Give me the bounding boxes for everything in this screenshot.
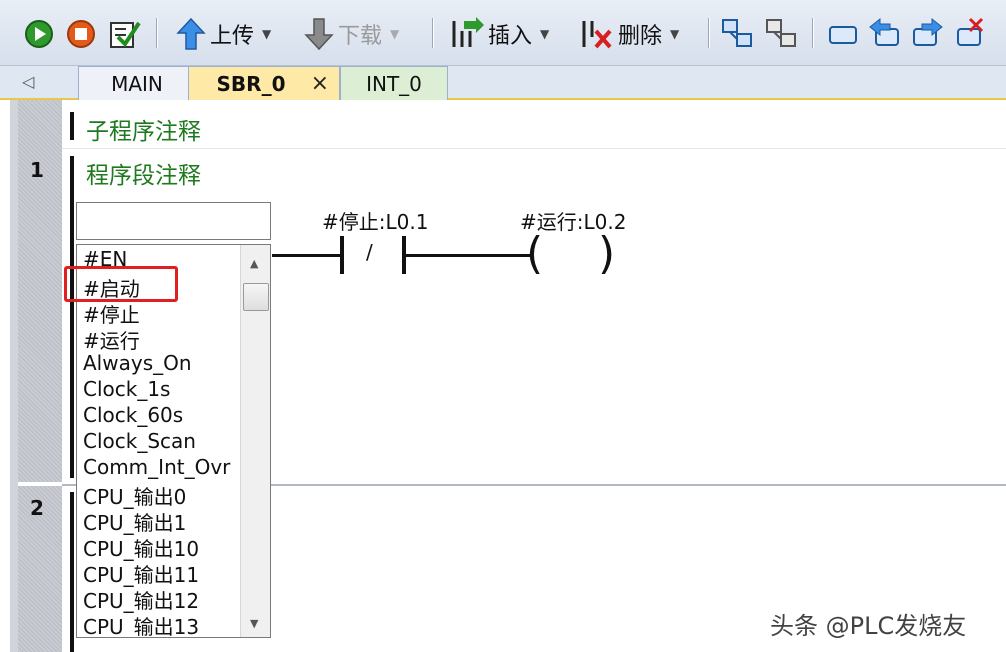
arrow-right-box-icon xyxy=(913,17,943,46)
chevron-down-icon[interactable]: ▼ xyxy=(540,27,549,41)
contact-left-bar xyxy=(340,236,344,274)
arrow-left-box-icon xyxy=(869,17,899,46)
list-item[interactable]: Clock_Scan xyxy=(83,429,196,453)
list-item[interactable]: CPU_输出1 xyxy=(83,507,186,536)
tab-int-0[interactable]: INT_0 xyxy=(340,66,448,100)
toolbar-separator xyxy=(156,18,158,48)
subroutine-comment[interactable]: 子程序注释 xyxy=(86,112,201,146)
watermark: 头条 @PLC发烧友 xyxy=(770,612,967,640)
branch-left-button[interactable] xyxy=(868,14,902,54)
network-outline-icon xyxy=(766,19,796,47)
insert-network-icon xyxy=(452,17,484,47)
box-button[interactable] xyxy=(826,14,860,54)
network-grid-icon xyxy=(722,19,752,47)
list-item[interactable]: CPU_输出11 xyxy=(83,559,199,588)
chevron-down-icon[interactable]: ▼ xyxy=(262,27,271,41)
compile-check-icon xyxy=(110,21,141,48)
delete-box-icon xyxy=(957,17,984,46)
delete-button[interactable]: 删除 ▼ xyxy=(580,14,679,54)
delete-label: 删除 xyxy=(618,24,663,49)
compile-button[interactable] xyxy=(108,14,142,54)
upload-label: 上传 xyxy=(210,24,255,49)
power-rail xyxy=(70,492,74,652)
list-item[interactable]: Clock_1s xyxy=(83,377,170,401)
gutter-frame xyxy=(10,100,18,652)
network-number: 2 xyxy=(30,496,44,520)
symbol-dropdown[interactable]: #EN #启动 #停止 #运行 Always_On Clock_1s Clock… xyxy=(76,244,271,638)
upload-button[interactable]: 上传 ▼ xyxy=(176,14,271,54)
delete-box-button[interactable] xyxy=(954,14,988,54)
network-outline-button[interactable] xyxy=(764,14,798,54)
tab-label: INT_0 xyxy=(366,71,422,96)
box-icon xyxy=(829,26,857,44)
run-button[interactable] xyxy=(24,14,54,54)
list-item[interactable]: CPU_输出10 xyxy=(83,533,199,562)
delete-network-icon xyxy=(582,21,612,49)
coil-right[interactable]: ) xyxy=(598,228,615,279)
chevron-down-icon[interactable]: ▼ xyxy=(390,27,399,41)
coil-left[interactable]: ( xyxy=(526,228,543,279)
list-item[interactable]: #运行 xyxy=(83,325,140,354)
toolbar-separator xyxy=(812,18,814,48)
rung-wire xyxy=(406,254,530,257)
tab-label: MAIN xyxy=(111,71,163,96)
list-item[interactable]: CPU_输出13 xyxy=(83,611,199,637)
upload-arrow-icon xyxy=(176,17,206,50)
download-label: 下载 xyxy=(338,24,383,49)
tab-label: SBR_0 xyxy=(216,71,286,96)
stop-button[interactable] xyxy=(66,14,96,54)
download-button[interactable]: 下载 ▼ xyxy=(304,14,399,54)
list-item[interactable]: Always_On xyxy=(83,351,192,375)
insert-label: 插入 xyxy=(488,24,533,49)
main-toolbar: 上传 ▼ 下载 ▼ 插入 ▼ 删除 ▼ xyxy=(0,0,1006,66)
run-icon xyxy=(25,20,53,48)
list-item[interactable]: Clock_60s xyxy=(83,403,183,427)
close-icon[interactable]: × xyxy=(311,71,329,96)
rung-wire xyxy=(272,254,340,257)
highlight-box xyxy=(64,266,178,302)
scrollbar-thumb[interactable] xyxy=(243,283,269,311)
chevron-down-icon[interactable]: ▼ xyxy=(670,27,679,41)
comment-marker xyxy=(70,112,74,140)
network-number: 1 xyxy=(30,158,44,182)
tab-main[interactable]: MAIN xyxy=(78,66,196,100)
network-view-button[interactable] xyxy=(720,14,754,54)
list-item[interactable]: #停止 xyxy=(83,299,140,328)
list-item[interactable]: CPU_输出12 xyxy=(83,585,199,614)
scroll-down-icon[interactable]: ▼ xyxy=(250,617,258,630)
stop-icon xyxy=(67,20,95,48)
symbol-input[interactable] xyxy=(76,202,271,240)
toolbar-separator xyxy=(708,18,710,48)
power-rail xyxy=(70,156,74,478)
branch-right-button[interactable] xyxy=(910,14,944,54)
editor-tab-bar: ◁ MAIN INT_0 SBR_0 × xyxy=(0,66,1006,100)
download-arrow-icon xyxy=(304,18,334,51)
network-comment[interactable]: 程序段注释 xyxy=(86,156,201,190)
dropdown-scrollbar[interactable]: ▲ ▼ xyxy=(240,245,270,637)
scroll-up-icon[interactable]: ▲ xyxy=(250,257,258,270)
tab-sbr-0[interactable]: SBR_0 × xyxy=(188,66,340,100)
toolbar-separator xyxy=(432,18,434,48)
insert-button[interactable]: 插入 ▼ xyxy=(450,14,549,54)
contact-operand[interactable]: #停止:L0.1 xyxy=(322,206,428,235)
list-item[interactable]: Comm_Int_Ovr xyxy=(83,455,230,479)
comment-divider xyxy=(62,148,1006,149)
tab-scroll-left-icon[interactable]: ◁ xyxy=(22,72,34,91)
contact-symbol: / xyxy=(366,240,373,264)
list-item[interactable]: CPU_输出0 xyxy=(83,481,186,510)
